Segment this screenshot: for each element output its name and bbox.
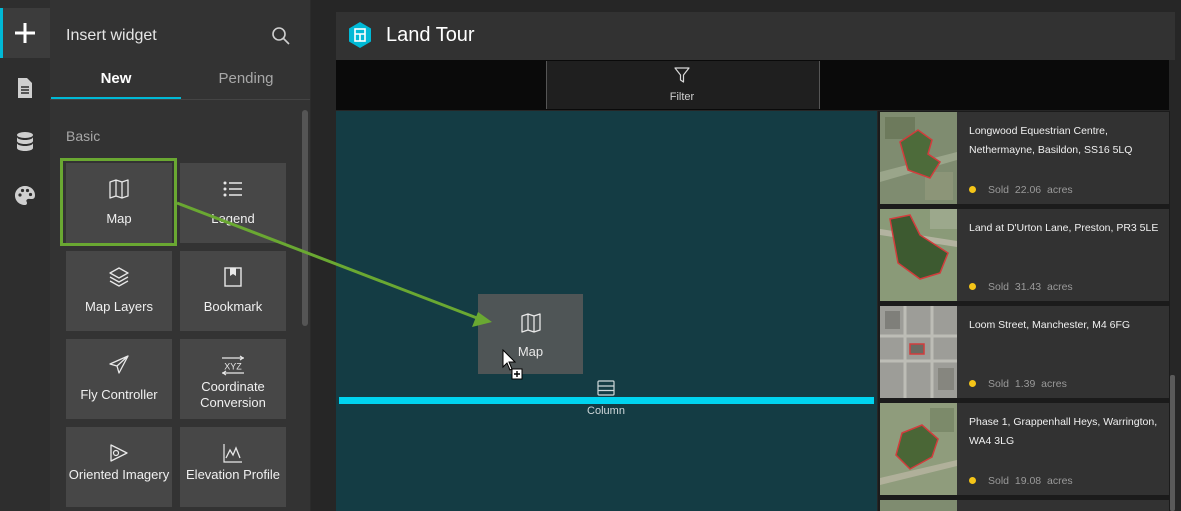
aerial-thumbnail [880,112,957,204]
widget-tile-legend[interactable]: Legend [180,163,286,243]
oriented-imagery-icon [110,444,128,462]
bookmark-icon [224,267,242,287]
active-tab-indicator [51,97,181,99]
status-dot [969,283,976,290]
widget-label: Oriented Imagery [68,467,170,482]
list-item-title: Longwood Equestrian Centre, Nethermayne,… [969,125,1133,156]
widget-label: Fly Controller [80,387,158,402]
list-item[interactable]: Loom Street, Manchester, M4 6FG Sold 1.3… [880,306,1169,398]
widget-tile-oriented-imagery[interactable]: Oriented Imagery [66,427,172,507]
list-item-meta: Sold 22.06 acres [969,184,1073,196]
panel-scrollbar[interactable] [302,110,308,326]
filter-label: Filter [669,91,695,103]
search-button[interactable] [271,26,291,46]
widget-tile-map-layers[interactable]: Map Layers [66,251,172,331]
aerial-thumbnail [880,403,957,495]
data-button[interactable] [0,117,50,167]
widget-label: Map Layers [85,299,153,314]
legend-icon [223,181,242,197]
widget-label: Coordinate Conversion [200,379,266,410]
drag-source-highlight [60,158,177,246]
list-scrollbar[interactable] [1170,375,1175,511]
aerial-thumbnail [880,306,957,398]
aerial-thumbnail [880,209,957,301]
theme-icon [15,186,35,205]
status-dot [969,186,976,193]
list-item[interactable]: Land at D'Urton Lane, Preston, PR3 5LE S… [880,209,1169,301]
status-dot [969,380,976,387]
drag-ghost-map: Map [478,294,583,374]
panel-title: Insert widget [66,27,157,44]
paper-plane-icon [109,355,129,374]
list-item-meta: Sold 1.39 acres [969,378,1067,390]
widget-label: Legend [211,211,255,226]
list-item[interactable] [880,500,1169,511]
section-label-basic: Basic [66,128,101,144]
drag-ghost-label: Map [517,344,544,359]
add-icon [15,23,35,43]
column-label: Column [587,405,625,417]
tab-divider [50,99,310,100]
xyz-icon: XYZ [221,355,245,376]
drag-cursor-icon [502,349,523,380]
widget-label: Elevation Profile [186,467,280,482]
list-item-title: Phase 1, Grappenhall Heys, Warrington, W… [969,416,1158,447]
widget-label: Bookmark [203,299,263,314]
elevation-profile-icon [223,444,242,463]
filter-icon [674,67,690,83]
app-title: Land Tour [386,24,475,46]
layers-icon [109,267,129,287]
data-icon [17,132,33,151]
column-icon [597,380,615,401]
list-item-meta: Sold 31.43 acres [969,281,1073,293]
status-dot [969,477,976,484]
search-icon [272,27,290,45]
widget-tile-fly-controller[interactable]: Fly Controller [66,339,172,419]
theme-button[interactable] [0,171,50,221]
page-icon [18,78,32,98]
aerial-thumbnail [880,500,957,511]
list-item[interactable]: Phase 1, Grappenhall Heys, Warrington, W… [880,403,1169,495]
map-icon [521,313,541,333]
add-widget-button[interactable] [0,8,50,58]
tab-pending[interactable]: Pending [181,58,311,98]
tab-new[interactable]: New [51,58,181,98]
icon-rail [0,0,51,511]
page-button[interactable] [0,63,50,113]
list-item-title: Loom Street, Manchester, M4 6FG [969,319,1131,331]
list-item-title: Land at D'Urton Lane, Preston, PR3 5LE [969,222,1159,234]
list-item-meta: Sold 19.08 acres [969,475,1073,487]
column-drop-area[interactable] [336,111,877,511]
widget-tile-bookmark[interactable]: Bookmark [180,251,286,331]
list-item[interactable]: Longwood Equestrian Centre, Nethermayne,… [880,112,1169,204]
svg-text:XYZ: XYZ [224,362,242,372]
widget-tile-coordinate-conversion[interactable]: XYZ Coordinate Conversion [180,339,286,419]
app-logo-icon [347,21,373,49]
widget-tile-elevation-profile[interactable]: Elevation Profile [180,427,286,507]
